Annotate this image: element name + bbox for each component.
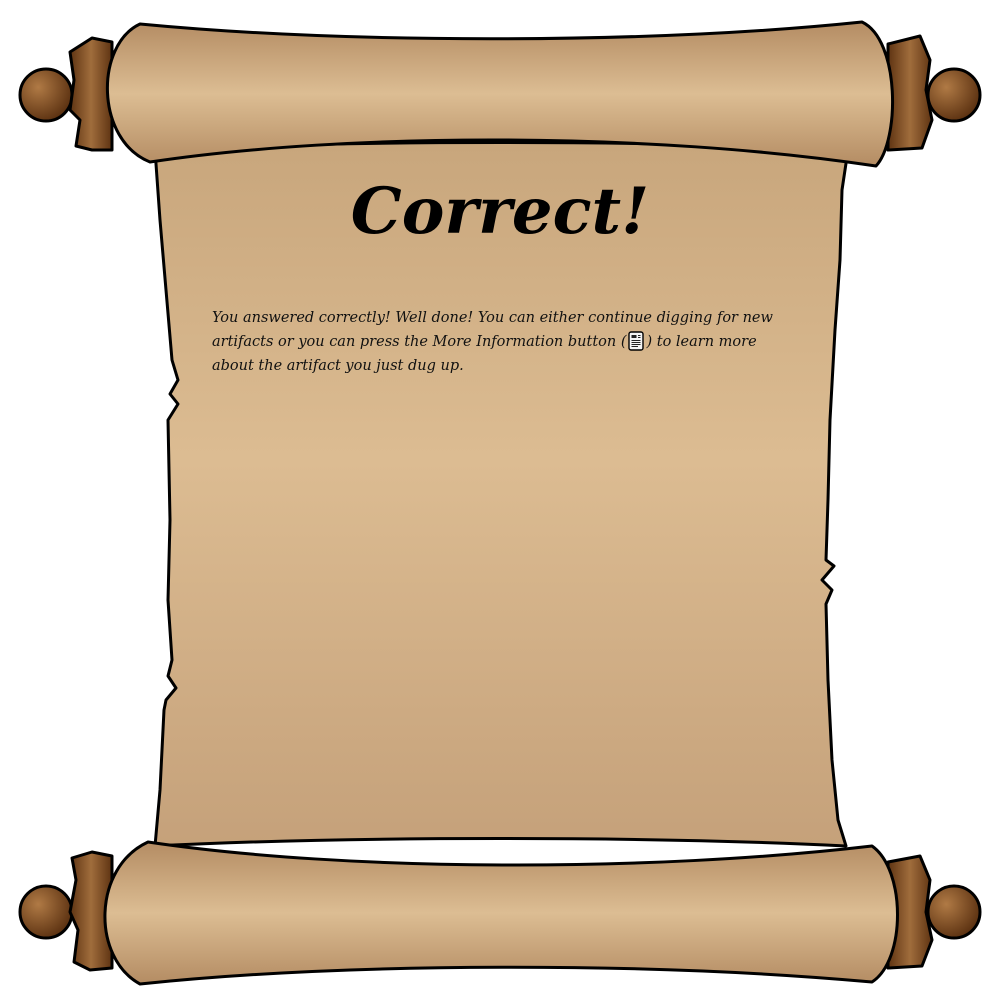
bottom-roll (18, 840, 982, 986)
parchment-scroll-graphic (18, 20, 982, 986)
scroll-dialog: Correct! You answered correctly! Well do… (0, 0, 1000, 1000)
dialog-title: Correct! (350, 174, 650, 249)
dialog-message: You answered correctly! Well done! You c… (212, 306, 802, 378)
more-information-icon (628, 331, 645, 351)
